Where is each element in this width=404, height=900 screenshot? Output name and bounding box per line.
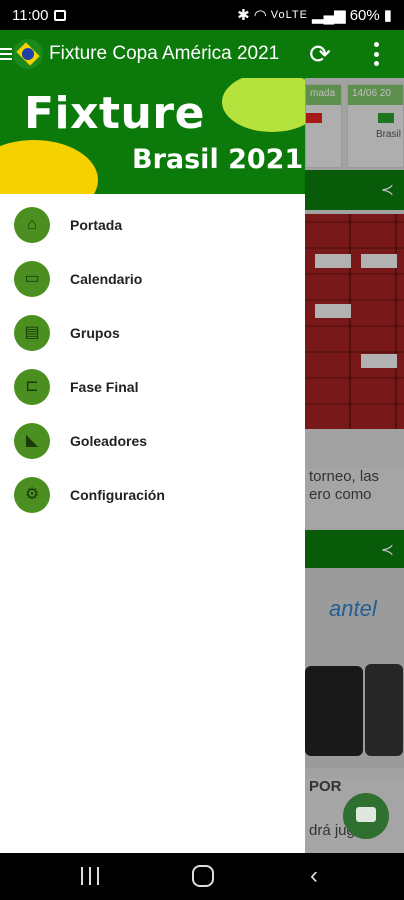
clock: 11:00 [12, 6, 49, 24]
drawer-item-label: Fase Final [70, 379, 139, 395]
battery-icon: ▮ [383, 7, 392, 24]
hamburger-icon[interactable] [0, 48, 12, 60]
bluetooth-icon: ✱ [237, 7, 250, 24]
more-vert-icon[interactable] [370, 42, 382, 66]
volte-indicator: VoLTE [270, 9, 308, 21]
chat-fab-icon[interactable] [343, 793, 389, 839]
home-icon: ⌂ [14, 207, 50, 243]
wifi-icon: ◠ [253, 7, 267, 24]
drawer-item-label: Goleadores [70, 433, 148, 449]
navigation-drawer: Fixture Brasil 2021 ⌂ Portada ▭ Calendar… [0, 78, 305, 853]
shoe-icon: ◣ [14, 423, 50, 459]
groups-icon: ▤ [14, 315, 50, 351]
gallery-icon [54, 9, 67, 21]
app-bar: Fixture Copa América 2021 ⟳ [0, 30, 404, 78]
refresh-icon[interactable]: ⟳ [306, 40, 334, 68]
drawer-header: Fixture Brasil 2021 [0, 78, 305, 194]
drawer-title: Fixture [24, 88, 205, 139]
drawer-item-grupos[interactable]: ▤ Grupos [0, 306, 305, 360]
drawer-item-portada[interactable]: ⌂ Portada [0, 198, 305, 252]
drawer-scrim[interactable] [305, 78, 404, 853]
calendar-icon: ▭ [14, 261, 50, 297]
system-nav-bar: ‹ [0, 853, 404, 900]
recent-apps-icon[interactable] [81, 867, 99, 885]
back-icon[interactable]: ‹ [310, 862, 318, 890]
drawer-item-configuracion[interactable]: ⚙ Configuración [0, 468, 305, 522]
app-title: Fixture Copa América 2021 [49, 43, 280, 64]
drawer-item-label: Calendario [70, 271, 143, 287]
gear-icon: ⚙ [14, 477, 50, 513]
drawer-item-label: Grupos [70, 325, 120, 341]
drawer-item-label: Portada [70, 217, 123, 233]
drawer-item-fase-final[interactable]: ⊏ Fase Final [0, 360, 305, 414]
drawer-item-calendario[interactable]: ▭ Calendario [0, 252, 305, 306]
drawer-item-goleadores[interactable]: ◣ Goleadores [0, 414, 305, 468]
home-button-icon[interactable] [192, 865, 214, 887]
status-bar: 11:00 ✱ ◠ VoLTE ▂▄▆ 60% ▮ [0, 0, 404, 30]
drawer-subtitle: Brasil 2021 [132, 144, 304, 175]
battery-level: 60% [349, 6, 380, 24]
signal-icon: ▂▄▆ [312, 7, 346, 24]
drawer-item-label: Configuración [70, 487, 165, 503]
app-logo [13, 39, 43, 69]
bracket-icon: ⊏ [14, 369, 50, 405]
